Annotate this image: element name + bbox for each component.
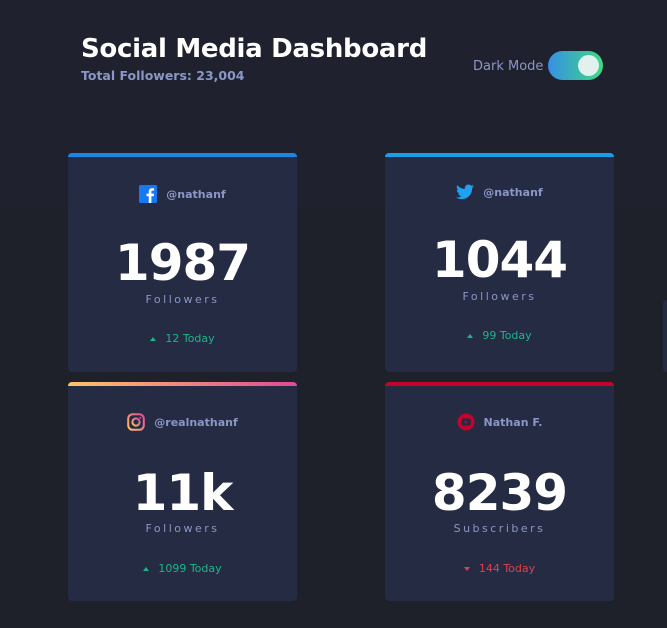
- follower-count: 1044: [431, 231, 568, 289]
- dark-mode-label: Dark Mode: [473, 59, 544, 74]
- card-handle: @realnathanf: [154, 415, 238, 429]
- card-accent-bar: [385, 153, 614, 157]
- card-accent-bar: [385, 382, 614, 386]
- today-change: 1099 Today: [68, 562, 297, 575]
- arrow-up-icon: [150, 337, 157, 341]
- twitter-icon: [456, 183, 475, 201]
- today-change-text: 12 Today: [165, 332, 215, 345]
- follower-label: Followers: [462, 290, 537, 303]
- arrow-up-icon: [467, 334, 474, 338]
- today-change-text: 144 Today: [478, 562, 536, 575]
- facebook-icon: [139, 185, 158, 203]
- subscriber-count: 8239: [431, 464, 568, 522]
- youtube-icon: [457, 413, 475, 431]
- today-change: 144 Today: [385, 562, 614, 575]
- instagram-icon: [127, 413, 146, 431]
- toggle-knob: [578, 55, 599, 76]
- card-handle-row: @nathanf: [68, 184, 297, 204]
- subscriber-label: Subscribers: [453, 522, 546, 535]
- follower-count: 1987: [114, 234, 251, 292]
- today-change: 12 Today: [68, 332, 297, 345]
- total-followers: Total Followers: 23,004: [81, 68, 245, 83]
- follower-label: Followers: [145, 522, 220, 535]
- dark-mode-toggle[interactable]: [548, 51, 603, 80]
- follower-count: 11k: [132, 464, 234, 522]
- card-handle-row: @nathanf: [385, 182, 614, 202]
- twitter-card[interactable]: @nathanf 1044 Followers 99 Today: [385, 153, 614, 372]
- card-handle-row: @realnathanf: [68, 412, 297, 432]
- arrow-up-icon: [143, 567, 150, 571]
- card-accent-bar: [68, 153, 297, 157]
- offscreen-card-edge: [663, 300, 667, 372]
- today-change: 99 Today: [385, 329, 614, 342]
- youtube-card[interactable]: Nathan F. 8239 Subscribers 144 Today: [385, 382, 614, 601]
- follower-label: Followers: [145, 293, 220, 306]
- card-handle: @nathanf: [483, 185, 543, 199]
- card-handle: Nathan F.: [483, 415, 543, 429]
- card-handle: @nathanf: [166, 187, 226, 201]
- card-handle-row: Nathan F.: [385, 412, 614, 432]
- page-title: Social Media Dashboard: [81, 34, 428, 64]
- facebook-card[interactable]: @nathanf 1987 Followers 12 Today: [68, 153, 297, 372]
- instagram-card[interactable]: @realnathanf 11k Followers 1099 Today: [68, 382, 297, 601]
- arrow-down-icon: [463, 567, 470, 571]
- dashboard-page: Social Media Dashboard Total Followers: …: [0, 0, 667, 628]
- today-change-text: 99 Today: [482, 329, 532, 342]
- card-accent-bar: [68, 382, 297, 386]
- today-change-text: 1099 Today: [158, 562, 222, 575]
